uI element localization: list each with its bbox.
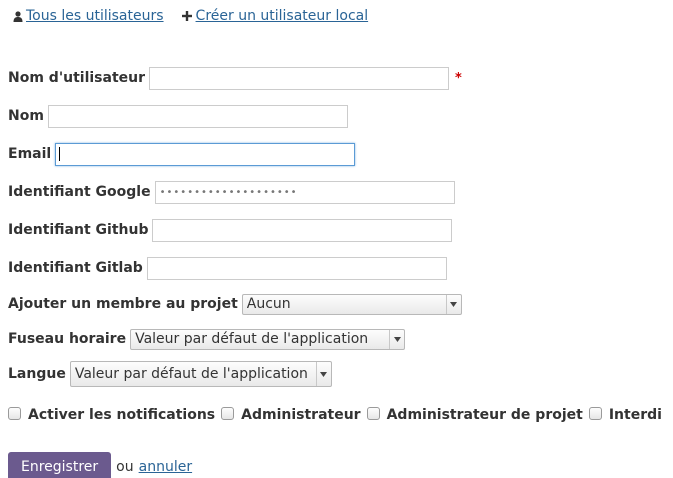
all-users-link[interactable]: Tous les utilisateurs — [12, 8, 164, 24]
email-label: Email — [8, 146, 52, 162]
timezone-value: Valeur par défaut de l'application — [135, 331, 369, 347]
email-input[interactable] — [55, 142, 356, 166]
create-local-user-link[interactable]: Créer un utilisateur local — [182, 8, 369, 24]
notifications-option: Activer les notifications — [8, 407, 215, 423]
project-member-label: Ajouter un membre au projet — [8, 296, 238, 312]
language-row: Langue Valeur par défaut de l'applicatio… — [8, 361, 332, 387]
project-member-value: Aucun — [246, 296, 291, 312]
project-admin-label: Administrateur de projet — [386, 407, 583, 423]
language-label: Langue — [8, 366, 66, 382]
save-button[interactable]: Enregistrer — [8, 452, 112, 478]
forbidden-checkbox[interactable] — [588, 407, 602, 420]
name-label: Nom — [8, 108, 44, 124]
timezone-row: Fuseau horaire Valeur par défaut de l'ap… — [8, 326, 406, 352]
timezone-select[interactable]: Valeur par défaut de l'application — [130, 328, 406, 350]
project-admin-checkbox[interactable] — [366, 407, 380, 420]
admin-checkbox[interactable] — [221, 407, 235, 420]
top-links: Tous les utilisateurs Créer un utilisate… — [12, 7, 386, 25]
gitlab-id-label: Identifiant Gitlab — [8, 260, 143, 276]
username-row: Nom d'utilisateur * — [8, 65, 462, 91]
forbidden-label: Interdi — [608, 407, 662, 423]
form-actions: Enregistrer ou annuler — [8, 452, 192, 478]
chevron-down-icon — [315, 362, 331, 386]
language-value: Valeur par défaut de l'application — [74, 366, 308, 382]
google-id-value: •••••••••••••••••••• — [159, 186, 298, 198]
required-marker: * — [455, 70, 462, 86]
plus-icon — [182, 10, 193, 22]
project-member-select[interactable]: Aucun — [241, 293, 462, 315]
name-input[interactable] — [47, 104, 348, 128]
github-id-input[interactable] — [152, 218, 453, 242]
chevron-down-icon — [445, 294, 461, 314]
create-local-user-label: Créer un utilisateur local — [195, 8, 369, 24]
user-icon — [12, 10, 23, 22]
gitlab-id-input[interactable] — [146, 256, 447, 280]
chevron-down-icon — [389, 329, 404, 349]
project-admin-option: Administrateur de projet — [366, 407, 583, 423]
username-input[interactable] — [149, 66, 449, 90]
or-text: ou — [116, 459, 134, 475]
gitlab-id-row: Identifiant Gitlab — [8, 255, 447, 281]
text-cursor — [59, 147, 61, 161]
cancel-link[interactable]: annuler — [139, 459, 192, 475]
project-member-row: Ajouter un membre au projet Aucun — [8, 291, 462, 317]
language-select[interactable]: Valeur par défaut de l'application — [69, 361, 332, 387]
username-label: Nom d'utilisateur — [8, 70, 145, 86]
google-id-row: Identifiant Google •••••••••••••••••••• — [8, 179, 455, 205]
github-id-label: Identifiant Github — [8, 222, 149, 238]
github-id-row: Identifiant Github — [8, 217, 453, 243]
email-row: Email — [8, 141, 356, 167]
google-id-label: Identifiant Google — [8, 184, 151, 200]
notifications-label: Activer les notifications — [28, 407, 216, 423]
forbidden-option: Interdi — [588, 407, 662, 423]
google-id-input[interactable]: •••••••••••••••••••• — [154, 180, 455, 204]
all-users-label: Tous les utilisateurs — [26, 8, 164, 24]
notifications-checkbox[interactable] — [8, 407, 21, 420]
name-row: Nom — [8, 103, 348, 129]
permission-checkboxes: Activer les notifications Administrateur… — [8, 403, 668, 427]
admin-label: Administrateur — [241, 407, 361, 423]
admin-option: Administrateur — [221, 407, 361, 423]
timezone-label: Fuseau horaire — [8, 331, 127, 347]
